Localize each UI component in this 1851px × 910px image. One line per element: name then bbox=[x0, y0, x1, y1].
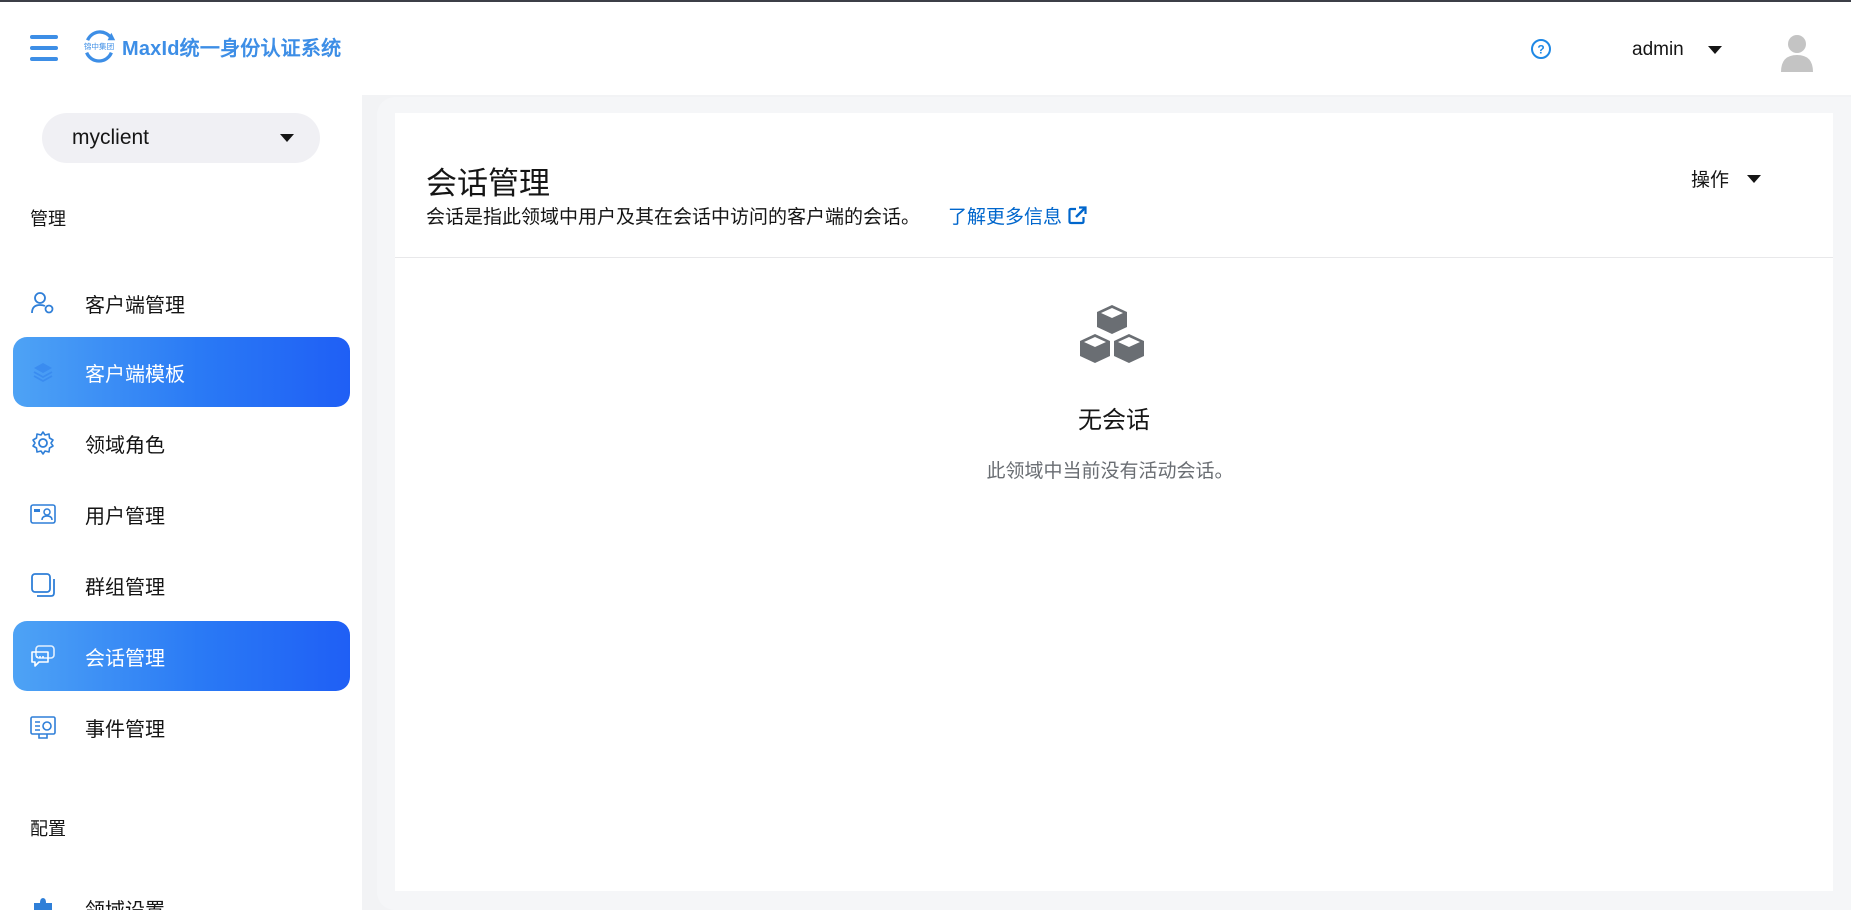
sidebar-item-groups[interactable]: 群组管理 bbox=[13, 550, 350, 620]
sidebar-item-realm-settings[interactable]: 领域设置 bbox=[13, 873, 350, 910]
learn-more-label: 了解更多信息 bbox=[948, 207, 1063, 228]
learn-more-link[interactable]: 了解更多信息 bbox=[948, 202, 1087, 229]
chat-bubbles-icon bbox=[29, 642, 57, 670]
layers-icon bbox=[29, 358, 57, 386]
brand-name: MaxId统一身份认证系统 bbox=[122, 37, 342, 60]
actions-dropdown[interactable]: 操作 bbox=[1691, 165, 1761, 192]
masthead: 锦中集团 MaxId统一身份认证系统 ? admin bbox=[0, 2, 1851, 95]
brand-logo[interactable]: 锦中集团 MaxId统一身份认证系统 bbox=[80, 24, 341, 68]
chevron-down-icon bbox=[1707, 46, 1722, 54]
avatar[interactable] bbox=[1779, 32, 1815, 72]
actions-label: 操作 bbox=[1690, 170, 1729, 191]
sidebar-item-sessions[interactable]: 会话管理 bbox=[13, 621, 350, 691]
sidebar-item-label: 客户端模板 bbox=[85, 363, 185, 386]
svg-text:?: ? bbox=[1537, 43, 1544, 57]
chevron-down-icon bbox=[1747, 174, 1761, 183]
help-icon[interactable]: ? bbox=[1530, 38, 1552, 60]
event-log-icon bbox=[29, 713, 57, 741]
section-title-manage: 管理 bbox=[30, 209, 66, 229]
realm-client-select-value: myclient bbox=[72, 126, 150, 149]
cubes-icon bbox=[1080, 305, 1144, 363]
user-shield-icon bbox=[29, 289, 57, 317]
gear-icon bbox=[29, 429, 57, 457]
sidebar-item-label: 用户管理 bbox=[85, 505, 165, 528]
sidebar-item-events[interactable]: 事件管理 bbox=[13, 692, 350, 762]
sidebar-item-label: 领域角色 bbox=[85, 434, 165, 457]
sidebar-item-label: 事件管理 bbox=[85, 718, 165, 741]
brand-mark-text: 锦中集团 bbox=[84, 41, 114, 51]
page-description: 会话是指此领域中用户及其在会话中访问的客户端的会话。 了解更多信息 bbox=[426, 202, 1087, 229]
group-square-icon bbox=[29, 571, 57, 599]
empty-state-description: 此领域中当前没有活动会话。 bbox=[986, 461, 1234, 482]
realm-client-select[interactable]: myclient bbox=[42, 113, 320, 163]
menu-toggle-icon[interactable] bbox=[30, 35, 58, 61]
id-card-icon bbox=[29, 500, 57, 528]
page-header: 会话管理 会话是指此领域中用户及其在会话中访问的客户端的会话。 了解更多信息 操… bbox=[395, 113, 1833, 258]
sidebar-item-label: 群组管理 bbox=[85, 576, 165, 599]
user-name: admin bbox=[1632, 39, 1684, 60]
sidebar: myclient 管理 客户端管理 客户端模板 领域角色 用户管理 群组管理 会… bbox=[0, 95, 362, 910]
page-description-text: 会话是指此领域中用户及其在会话中访问的客户端的会话。 bbox=[426, 207, 921, 228]
sidebar-item-users[interactable]: 用户管理 bbox=[13, 479, 350, 549]
sidebar-item-label: 客户端管理 bbox=[85, 294, 185, 317]
sidebar-item-realm-roles[interactable]: 领域角色 bbox=[13, 408, 350, 478]
chevron-down-icon bbox=[280, 134, 294, 142]
empty-state-title: 无会话 bbox=[1078, 407, 1150, 434]
sessions-card: 会话管理 会话是指此领域中用户及其在会话中访问的客户端的会话。 了解更多信息 操… bbox=[395, 113, 1833, 891]
page-title: 会话管理 bbox=[426, 166, 550, 201]
sidebar-item-label: 领域设置 bbox=[85, 894, 165, 910]
sidebar-item-label: 会话管理 bbox=[85, 647, 165, 670]
external-link-icon bbox=[1068, 206, 1087, 225]
user-dropdown[interactable]: admin bbox=[1632, 38, 1722, 62]
sidebar-item-client-templates[interactable]: 客户端模板 bbox=[13, 337, 350, 407]
sidebar-item-clients[interactable]: 客户端管理 bbox=[13, 268, 350, 338]
brand-mark-icon: 锦中集团 bbox=[84, 30, 116, 63]
puzzle-icon bbox=[29, 894, 57, 910]
section-title-config: 配置 bbox=[30, 819, 66, 839]
